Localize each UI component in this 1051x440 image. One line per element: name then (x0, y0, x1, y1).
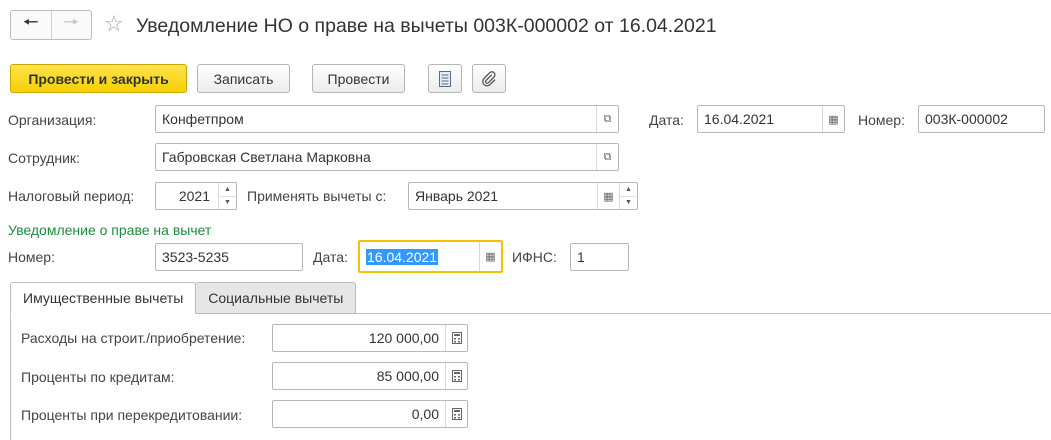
document-list-icon (439, 70, 451, 87)
notice-number-label: Номер: (8, 249, 55, 265)
notice-date-field[interactable]: 16.04.2021 ▦ (358, 240, 503, 273)
credit-interest-amount-field[interactable]: 85 000,00 (272, 362, 468, 390)
organization-label: Организация: (8, 112, 97, 128)
calendar-icon[interactable]: ▦ (822, 106, 844, 132)
attachments-button[interactable] (472, 64, 506, 93)
tax-period-value: 2021 (178, 188, 210, 204)
notice-date-value: 16.04.2021 (366, 249, 439, 265)
calculator-icon[interactable] (445, 363, 467, 389)
number-field[interactable]: 003К-000002 (918, 105, 1045, 133)
favorite-star-icon[interactable]: ☆ (104, 12, 124, 36)
credit-interest-label: Проценты по кредитам: (21, 369, 175, 385)
calendar-icon[interactable]: ▦ (479, 242, 501, 271)
calendar-icon[interactable]: ▦ (597, 183, 619, 209)
tab-social-deductions[interactable]: Социальные вычеты (195, 282, 357, 314)
report-button[interactable] (428, 64, 462, 93)
arrow-left-icon: 🠔 (22, 12, 39, 32)
construction-amount-field[interactable]: 120 000,00 (272, 324, 468, 352)
post-button[interactable]: Провести (312, 64, 405, 93)
number-label: Номер: (858, 112, 905, 128)
organization-value: Конфетпром (162, 111, 244, 127)
organization-field[interactable]: Конфетпром ⧉ (155, 105, 619, 133)
apply-from-label: Применять вычеты с: (247, 188, 387, 204)
open-link-icon[interactable]: ⧉ (596, 144, 618, 170)
construction-label: Расходы на строит./приобретение: (21, 330, 246, 346)
chevron-down-icon[interactable]: ▼ (620, 197, 637, 210)
year-stepper[interactable]: ▲ ▼ (218, 183, 236, 209)
date-label: Дата: (649, 112, 684, 128)
credit-interest-amount-value: 85 000,00 (376, 368, 439, 384)
open-link-icon[interactable]: ⧉ (596, 106, 618, 132)
tax-period-field[interactable]: 2021 ▲ ▼ (155, 182, 237, 210)
deductions-tabs: Имущественные вычеты Социальные вычеты (10, 282, 357, 314)
chevron-up-icon[interactable]: ▲ (620, 183, 637, 197)
paperclip-icon (482, 70, 496, 87)
calculator-icon[interactable] (445, 325, 467, 351)
employee-label: Сотрудник: (8, 150, 80, 166)
employee-field[interactable]: Габровская Светлана Марковна ⧉ (155, 143, 619, 171)
back-button[interactable]: 🠔 (11, 11, 52, 39)
date-field[interactable]: 16.04.2021 ▦ (697, 105, 845, 133)
notice-section-title: Уведомление о праве на вычет (8, 222, 212, 238)
apply-from-value: Январь 2021 (415, 188, 499, 204)
refinancing-label: Проценты при перекредитовании: (21, 407, 243, 423)
refinancing-amount-field[interactable]: 0,00 (272, 400, 468, 428)
ifns-label: ИФНС: (512, 249, 557, 265)
date-value: 16.04.2021 (704, 111, 775, 127)
notice-date-label: Дата: (313, 249, 348, 265)
page-title: Уведомление НО о праве на вычеты 003К-00… (136, 15, 717, 37)
calculator-icon[interactable] (445, 401, 467, 427)
save-button[interactable]: Записать (197, 64, 290, 93)
post-and-close-button[interactable]: Провести и закрыть (10, 64, 187, 93)
tax-period-label: Налоговый период: (8, 188, 135, 204)
refinancing-amount-value: 0,00 (411, 406, 439, 422)
notice-number-field[interactable]: 3523-5235 (155, 243, 303, 271)
ifns-value: 1 (577, 249, 585, 265)
forward-button[interactable]: 🠖 (52, 11, 92, 39)
number-value: 003К-000002 (925, 111, 1008, 127)
construction-amount-value: 120 000,00 (368, 330, 439, 346)
tab-property-deductions[interactable]: Имущественные вычеты (10, 282, 197, 314)
month-stepper[interactable]: ▲ ▼ (619, 183, 637, 209)
arrow-right-icon: 🠖 (63, 12, 80, 32)
employee-value: Габровская Светлана Марковна (162, 149, 371, 165)
navigation-group: 🠔 🠖 (10, 10, 92, 40)
notice-number-value: 3523-5235 (162, 249, 229, 265)
chevron-up-icon[interactable]: ▲ (219, 183, 236, 197)
apply-from-field[interactable]: Январь 2021 ▦ ▲ ▼ (408, 182, 638, 210)
ifns-field[interactable]: 1 (570, 243, 629, 271)
chevron-down-icon[interactable]: ▼ (219, 197, 236, 210)
